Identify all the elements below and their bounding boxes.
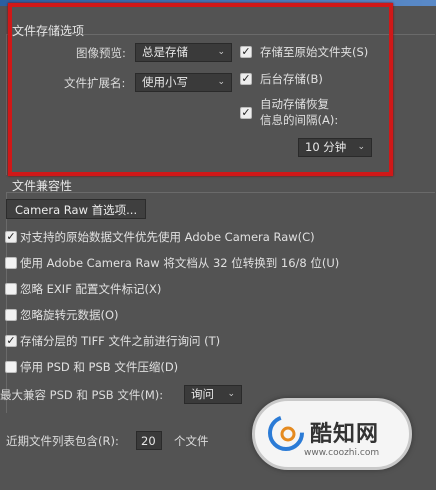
watermark-logo-icon [268,415,304,451]
compat-label-5: 停用 PSD 和 PSB 文件压缩(D) [20,360,179,374]
camera-raw-preferences-button[interactable]: Camera Raw 首选项... [6,199,147,219]
compat-checkbox-4[interactable]: ✓ [5,335,17,347]
compat-checkbox-5[interactable] [5,361,17,373]
watermark-url: www.coozhi.com [304,448,380,458]
watermark-name: 酷知网 [310,422,380,447]
recent-files-unit: 个文件 [174,434,209,448]
compat-label-4: 存储分层的 TIFF 文件之前进行询问 (T) [20,334,221,348]
max-compat-select[interactable]: 询问 ⌄ [184,385,242,404]
compat-title: 文件兼容性 [12,179,73,193]
recent-files-label: 近期文件列表包含(R): [6,434,119,448]
compat-checkbox-3[interactable] [5,309,17,321]
compat-label-1: 使用 Adobe Camera Raw 将文档从 32 位转换到 16/8 位(… [20,256,340,270]
compat-checkbox-2[interactable] [5,283,17,295]
compat-frame [6,192,435,413]
recent-files-input[interactable]: 20 [136,431,162,450]
highlight-box [8,3,393,176]
compat-label-3: 忽略旋转元数据(O) [20,308,119,322]
chevron-down-icon: ⌄ [227,389,235,399]
max-compat-label: 最大兼容 PSD 和 PSB 文件(M): [0,388,164,402]
compat-label-2: 忽略 EXIF 配置文件标记(X) [20,282,162,296]
compat-checkbox-1[interactable] [5,257,17,269]
compat-label-0: 对支持的原始数据文件优先使用 Adobe Camera Raw(C) [20,230,315,244]
max-compat-value: 询问 [191,387,214,401]
compat-checkbox-0[interactable]: ✓ [5,231,17,243]
